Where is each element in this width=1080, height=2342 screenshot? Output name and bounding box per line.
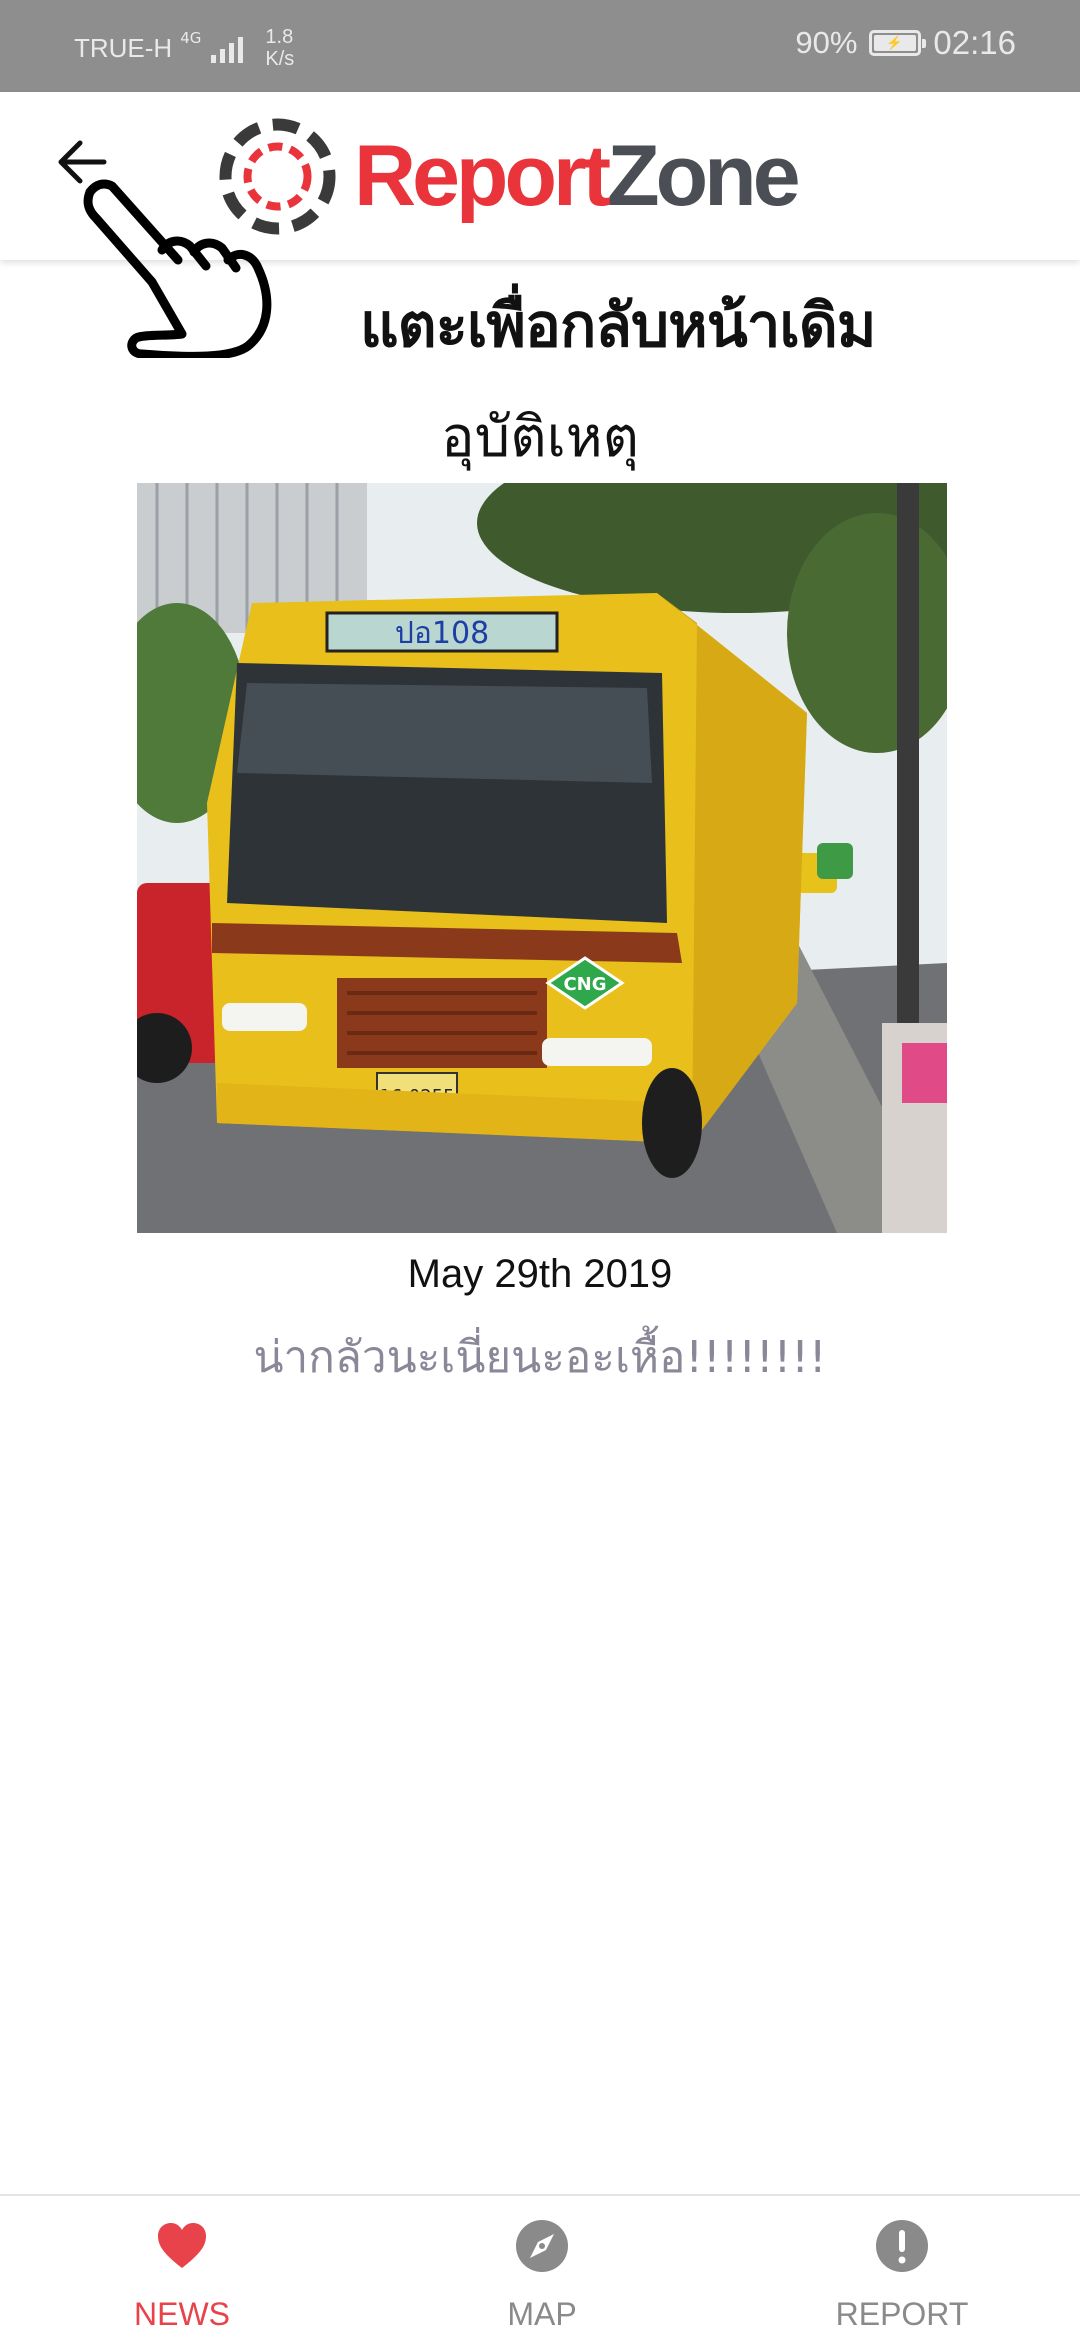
news-date: May 29th 2019	[407, 1252, 673, 1296]
bottom-navigation: NEWS MAP REPORT	[0, 2194, 1080, 2342]
heart-icon	[158, 2223, 206, 2268]
news-title: อุบัติเหตุ	[441, 405, 639, 470]
nav-label-news: NEWS	[134, 2296, 230, 2332]
signal-icon	[211, 33, 244, 63]
status-bar: TRUE-H 4G 1.8 K/s 90% ⚡ 02:16	[0, 0, 1080, 92]
cng-badge: CNG	[563, 974, 606, 995]
news-photo: ปอ108 CNG 16-0255	[137, 483, 947, 1233]
status-right: 90% ⚡ 02:16	[795, 24, 1016, 62]
back-hint-text[interactable]: แตะเพื่อกลับหน้าเดิม	[360, 278, 876, 373]
status-left: TRUE-H 4G 1.8 K/s	[74, 26, 294, 70]
nav-label-report: REPORT	[835, 2296, 969, 2332]
nav-label-map: MAP	[507, 2296, 577, 2332]
speed-unit: K/s	[265, 48, 295, 70]
news-description: น่ากลัวนะเนี่ยนะอะเหื้อ!!!!!!!!	[253, 1332, 827, 1383]
battery-percent: 90%	[795, 25, 858, 60]
alert-icon	[876, 2220, 928, 2272]
carrier-name: TRUE-H	[74, 32, 173, 63]
compass-icon	[516, 2220, 568, 2272]
bus-photo-illustration: ปอ108 CNG 16-0255	[137, 483, 947, 1233]
app-logo: ReportZone	[215, 114, 801, 239]
battery-icon: ⚡	[869, 30, 927, 56]
bus-route-sign: ปอ108	[395, 616, 489, 651]
network-type: 4G	[180, 28, 202, 47]
tap-hand-icon	[83, 179, 272, 358]
nav-item-map[interactable]: MAP	[422, 2196, 662, 2342]
clock: 02:16	[933, 24, 1016, 61]
speed-value: 1.8	[265, 26, 294, 48]
logo-text: ReportZone	[354, 127, 801, 226]
network-speed: 1.8 K/s	[265, 26, 294, 70]
logo-text-report: Report	[354, 128, 611, 224]
nav-item-news[interactable]: NEWS	[62, 2196, 302, 2342]
logo-text-zone: Zone	[607, 128, 800, 224]
nav-item-report[interactable]: REPORT	[782, 2196, 1022, 2342]
